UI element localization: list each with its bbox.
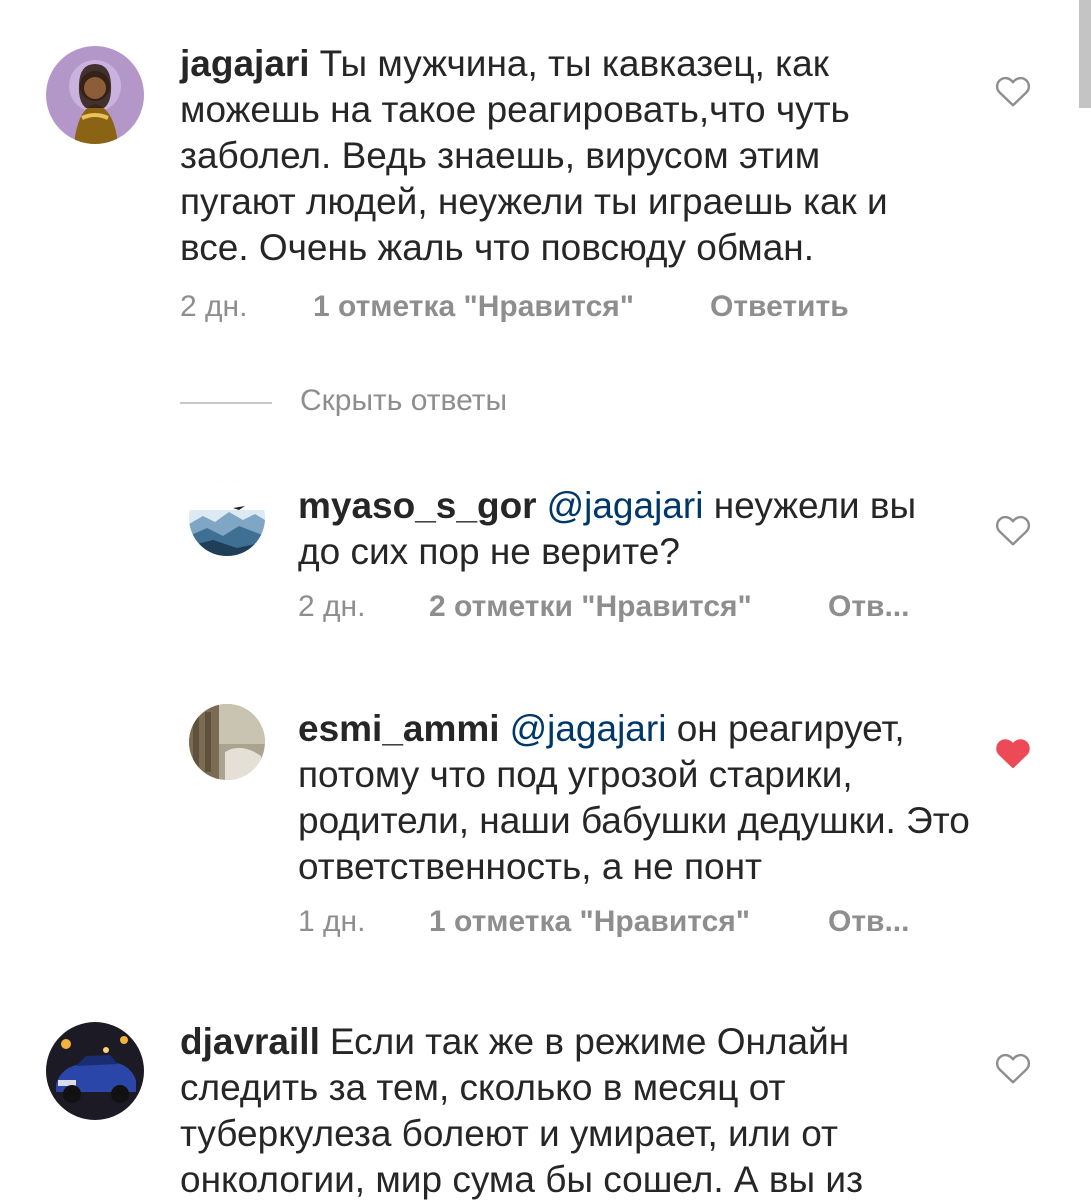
avatar-djavraill[interactable] xyxy=(46,1022,144,1120)
comment-likes[interactable]: 1 отметка "Нравится" xyxy=(313,290,634,324)
divider-line xyxy=(180,402,272,404)
comment-time: 2 дн. xyxy=(298,590,366,623)
scrollbar[interactable] xyxy=(1079,0,1091,108)
avatar-myaso-s-gor[interactable] xyxy=(189,480,265,556)
like-heart-icon[interactable] xyxy=(995,513,1031,547)
comment-body: djavraill Если так же в режиме Онлайн сле… xyxy=(180,1019,940,1203)
reply-button[interactable]: Отв... xyxy=(828,590,909,624)
comment-body: jagajari Ты мужчина, ты кавказец, как мож… xyxy=(180,41,940,271)
like-heart-icon[interactable] xyxy=(995,1051,1031,1085)
like-heart-icon[interactable] xyxy=(995,74,1031,108)
hide-replies-label: Скрыть ответы xyxy=(300,384,508,417)
comment-body: esmi_ammi @jagajari он реагирует, потому … xyxy=(298,706,978,890)
comment-username[interactable]: jagajari xyxy=(180,43,310,84)
liked-heart-icon[interactable] xyxy=(995,736,1031,770)
avatar-esmi-ammi[interactable] xyxy=(189,704,265,780)
reply-button[interactable]: Отв... xyxy=(828,905,909,939)
comment-time: 1 дн. xyxy=(298,905,366,938)
comment-time: 2 дн. xyxy=(180,290,248,323)
comment-likes[interactable]: 2 отметки "Нравится" xyxy=(429,590,752,624)
avatar-jagajari[interactable] xyxy=(46,46,144,144)
comment-likes[interactable]: 1 отметка "Нравится" xyxy=(429,905,750,939)
comment-mention[interactable]: @jagajari xyxy=(547,485,704,526)
comment-body: myaso_s_gor @jagajari неужели вы до сих п… xyxy=(298,483,948,575)
comment-username[interactable]: djavraill xyxy=(180,1021,320,1062)
comment-mention[interactable]: @jagajari xyxy=(510,708,667,749)
reply-button[interactable]: Ответить xyxy=(710,290,849,324)
comment-username[interactable]: esmi_ammi xyxy=(298,708,500,749)
comment-username[interactable]: myaso_s_gor xyxy=(298,485,537,526)
